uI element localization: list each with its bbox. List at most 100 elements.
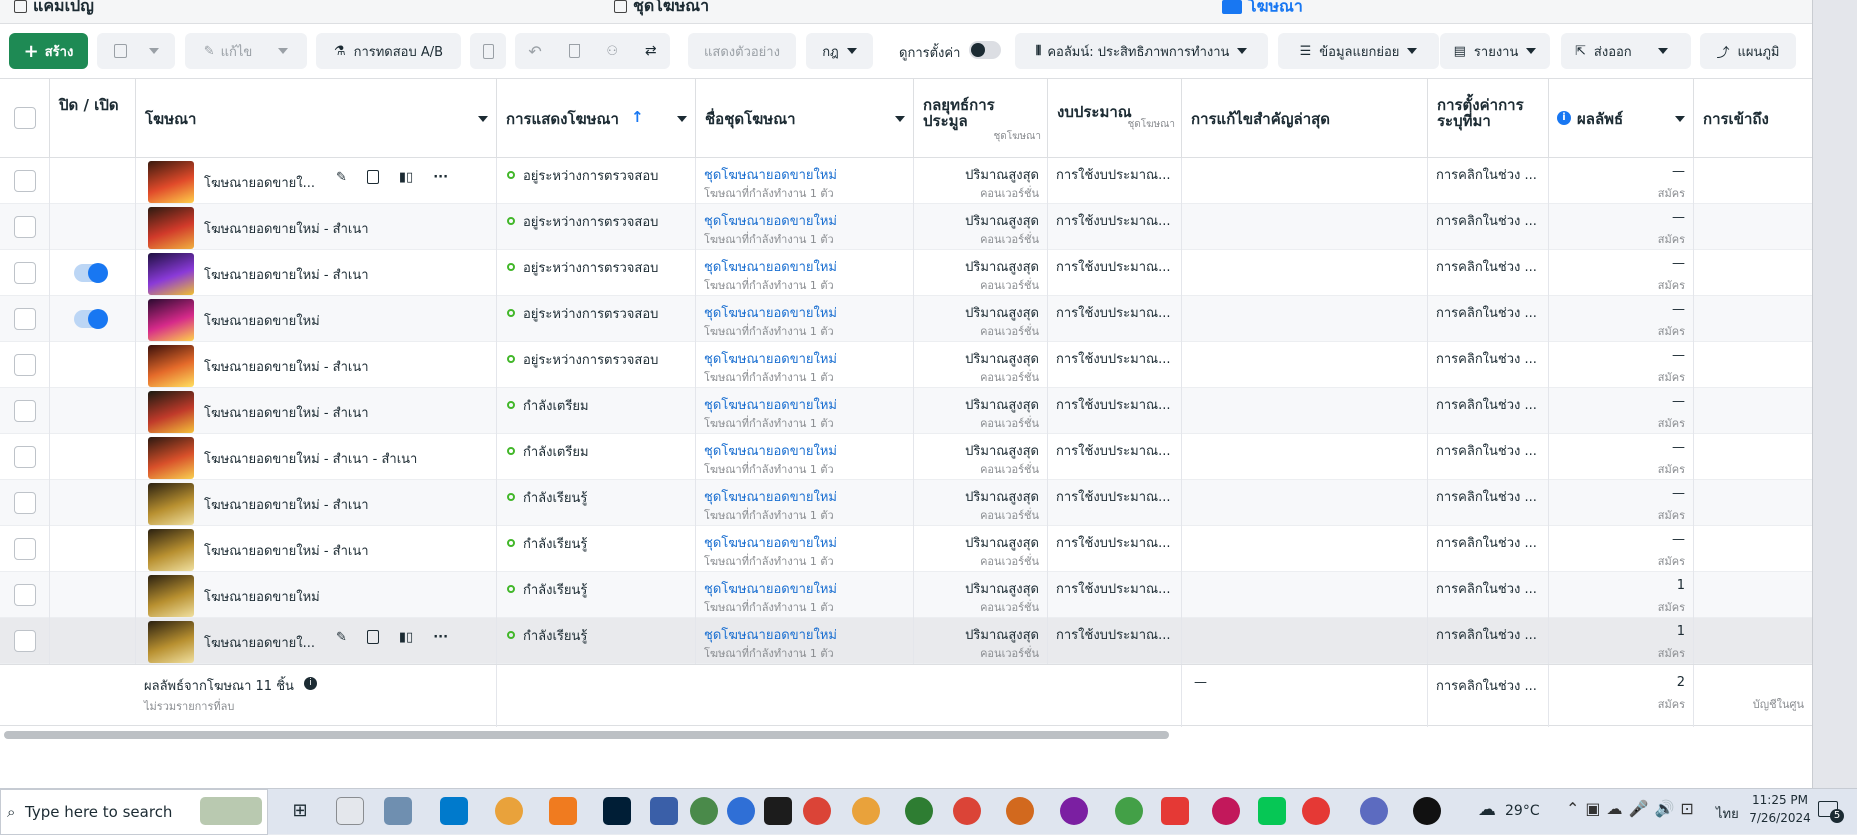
file-app-icon[interactable] bbox=[384, 797, 412, 825]
header-results[interactable]: i ผลลัพธ์ bbox=[1549, 79, 1694, 159]
terminal-icon[interactable] bbox=[764, 797, 792, 825]
line-icon[interactable] bbox=[1258, 797, 1286, 825]
chrome-profile-icon[interactable] bbox=[1360, 797, 1388, 825]
more-icon[interactable]: ··· bbox=[433, 630, 448, 645]
adset-link[interactable]: ชุดโฆษณายอดขายใหม่ bbox=[704, 578, 837, 599]
table-row[interactable]: โฆษณายอดขายใ... ✎ ▮▯ ··· อยู่ระหว่างการตรวจส… bbox=[0, 158, 1812, 204]
header-delivery[interactable]: การแสดงโฆษณา ↑ bbox=[497, 79, 696, 159]
reports-button[interactable]: ▤ รายงาน bbox=[1440, 33, 1550, 69]
header-reach[interactable]: การเข้าถึง bbox=[1694, 79, 1812, 159]
adset-link[interactable]: ชุดโฆษณายอดขายใหม่ bbox=[704, 210, 837, 231]
select-all-checkbox[interactable] bbox=[14, 107, 36, 129]
copy-icon[interactable] bbox=[366, 170, 379, 184]
xampp-icon[interactable] bbox=[549, 797, 577, 825]
horizontal-scrollbar[interactable] bbox=[4, 731, 1169, 739]
app-icon[interactable] bbox=[650, 797, 678, 825]
ad-status-toggle[interactable] bbox=[74, 263, 108, 283]
table-row[interactable]: โฆษณายอดขายใหม่ - สำเนา อยู่ระหว่างการตรว… bbox=[0, 204, 1812, 250]
edit-button[interactable]: ✎ แก้ไข bbox=[185, 33, 307, 69]
adset-link[interactable]: ชุดโฆษณายอดขายใหม่ bbox=[704, 394, 837, 415]
tab-adsets[interactable]: ชุดโฆษณา bbox=[614, 0, 1194, 24]
people-icon[interactable]: ⚇ bbox=[606, 44, 618, 59]
undo-icon[interactable]: ↶ bbox=[528, 42, 541, 61]
more-icon[interactable]: ··· bbox=[433, 170, 448, 185]
language-indicator[interactable]: ไทย bbox=[1716, 803, 1739, 824]
system-tray-icons[interactable]: ⌃▣☁🎤🔊⊡ bbox=[1566, 799, 1700, 818]
export-button[interactable]: ⇱ ส่งออก bbox=[1561, 33, 1691, 69]
ad-name[interactable]: โฆษณายอดขายใหม่ - สำเนา bbox=[204, 494, 369, 515]
chrome-profile-icon[interactable] bbox=[690, 797, 718, 825]
create-button[interactable]: + สร้าง bbox=[9, 33, 88, 69]
adset-link[interactable]: ชุดโฆษณายอดขายใหม่ bbox=[704, 256, 837, 277]
bar-chart-icon[interactable]: ▮▯ bbox=[399, 630, 413, 645]
header-select-all[interactable] bbox=[0, 79, 50, 159]
notepad-icon[interactable] bbox=[336, 797, 364, 825]
adset-link[interactable]: ชุดโฆษณายอดขายใหม่ bbox=[704, 164, 837, 185]
charts-button[interactable]: ⤴ แผนภูมิ bbox=[1700, 33, 1796, 69]
adset-link[interactable]: ชุดโฆษณายอดขายใหม่ bbox=[704, 348, 837, 369]
ad-name[interactable]: โฆษณายอดขายใหม่ - สำเนา - สำเนา bbox=[204, 448, 417, 469]
header-bid[interactable]: กลยุทธ์การประมูล ชุดโฆษณา bbox=[914, 79, 1048, 159]
ad-name[interactable]: โฆษณายอดขายใหม่ - สำเนา bbox=[204, 218, 369, 239]
row-checkbox[interactable] bbox=[14, 584, 36, 606]
table-row[interactable]: โฆษณายอดขายใหม่ - สำเนา กำลังเตรียม ชุดโฆษ… bbox=[0, 388, 1812, 434]
table-row[interactable]: โฆษณายอดขายใ... ✎ ▮▯ ··· กำลังเรียนรู้ ชุดโฆษ… bbox=[0, 618, 1812, 664]
row-checkbox[interactable] bbox=[14, 400, 36, 422]
chrome-profile-icon[interactable] bbox=[1060, 797, 1088, 825]
header-last-edit[interactable]: การแก้ไขสำคัญล่าสุด bbox=[1182, 79, 1428, 159]
breakdown-button[interactable]: ☰ ข้อมูลแยกย่อย bbox=[1278, 33, 1439, 69]
row-checkbox[interactable] bbox=[14, 262, 36, 284]
header-budget[interactable]: งบประมาณ ชุดโฆษณา bbox=[1048, 79, 1182, 159]
adset-link[interactable]: ชุดโฆษณายอดขายใหม่ bbox=[704, 440, 837, 461]
table-row[interactable]: โฆษณายอดขายใหม่ - สำเนา กำลังเรียนรู้ ชุดโ… bbox=[0, 526, 1812, 572]
chrome-profile-icon[interactable] bbox=[1115, 797, 1143, 825]
tab-campaigns[interactable]: แคมเปญ bbox=[14, 0, 574, 24]
task-view-icon[interactable]: ⊞ bbox=[286, 797, 314, 825]
chrome-profile-icon[interactable] bbox=[1006, 797, 1034, 825]
ad-name[interactable]: โฆษณายอดขายใหม่ - สำเนา bbox=[204, 540, 369, 561]
ad-name[interactable]: โฆษณายอดขายใหม่ bbox=[204, 586, 320, 607]
ad-name[interactable]: โฆษณายอดขายใหม่ - สำเนา bbox=[204, 402, 369, 423]
header-attribution[interactable]: การตั้งค่าการระบุที่มา bbox=[1428, 79, 1549, 159]
view-setup-toggle[interactable] bbox=[969, 41, 1001, 59]
pencil-icon[interactable]: ✎ bbox=[336, 630, 347, 645]
row-checkbox[interactable] bbox=[14, 308, 36, 330]
row-checkbox[interactable] bbox=[14, 216, 36, 238]
row-checkbox[interactable] bbox=[14, 492, 36, 514]
chrome-profile-icon[interactable] bbox=[1212, 797, 1240, 825]
duplicate-button[interactable] bbox=[97, 33, 175, 69]
row-checkbox[interactable] bbox=[14, 538, 36, 560]
ad-name[interactable]: โฆษณายอดขายใหม่ - สำเนา bbox=[204, 356, 369, 377]
chrome-profile-icon[interactable] bbox=[953, 797, 981, 825]
ad-name[interactable]: โฆษณายอดขายใหม่ - สำเนา bbox=[204, 264, 369, 285]
compare-icon[interactable]: ⇄ bbox=[645, 43, 657, 59]
vscode-icon[interactable] bbox=[440, 797, 468, 825]
preview-button[interactable]: แสดงตัวอย่าง bbox=[688, 33, 796, 69]
columns-button[interactable]: ⦀ คอลัมน์: ประสิทธิภาพการทำงาน bbox=[1015, 33, 1268, 69]
chrome-profile-icon[interactable] bbox=[905, 797, 933, 825]
table-row[interactable]: โฆษณายอดขายใหม่ - สำเนา อยู่ระหว่างการตรว… bbox=[0, 250, 1812, 296]
anydesk-icon[interactable] bbox=[1161, 797, 1189, 825]
table-row[interactable]: โฆษณายอดขายใหม่ - สำเนา กำลังเรียนรู้ ชุดโ… bbox=[0, 480, 1812, 526]
photoshop-icon[interactable] bbox=[603, 797, 631, 825]
table-row[interactable]: โฆษณายอดขายใหม่ กำลังเรียนรู้ ชุดโฆษณายอดข… bbox=[0, 572, 1812, 618]
pencil-icon[interactable]: ✎ bbox=[336, 170, 347, 185]
ad-name[interactable]: โฆษณายอดขายใ... bbox=[204, 172, 315, 193]
ad-name[interactable]: โฆษณายอดขายใหม่ bbox=[204, 310, 320, 331]
row-checkbox[interactable] bbox=[14, 170, 36, 192]
header-ad[interactable]: โฆษณา bbox=[136, 79, 497, 159]
chrome-icon[interactable] bbox=[803, 797, 831, 825]
adset-link[interactable]: ชุดโฆษณายอดขายใหม่ bbox=[704, 624, 837, 645]
tab-ads[interactable]: โฆษณา bbox=[1222, 0, 1802, 24]
ad-name[interactable]: โฆษณายอดขายใ... bbox=[204, 632, 315, 653]
table-row[interactable]: โฆษณายอดขายใหม่ - สำเนา อยู่ระหว่างการตรว… bbox=[0, 342, 1812, 388]
ab-test-button[interactable]: ⚗ การทดสอบ A/B bbox=[316, 33, 461, 69]
rules-button[interactable]: กฎ bbox=[806, 33, 873, 69]
adset-link[interactable]: ชุดโฆษณายอดขายใหม่ bbox=[704, 486, 837, 507]
ad-status-toggle[interactable] bbox=[74, 309, 108, 329]
app-icon[interactable] bbox=[1413, 797, 1441, 825]
trash-icon[interactable] bbox=[568, 44, 580, 58]
row-checkbox[interactable] bbox=[14, 630, 36, 652]
adset-link[interactable]: ชุดโฆษณายอดขายใหม่ bbox=[704, 302, 837, 323]
bar-chart-icon[interactable]: ▮▯ bbox=[399, 170, 413, 185]
